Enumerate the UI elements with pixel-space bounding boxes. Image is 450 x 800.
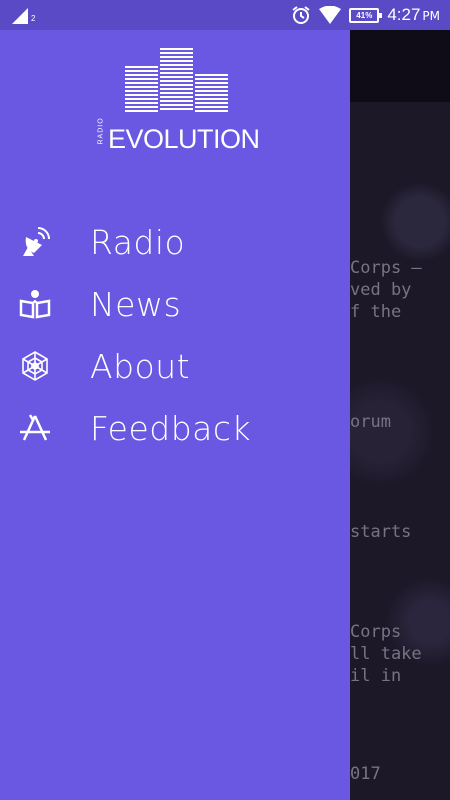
alarm-icon — [292, 6, 310, 24]
battery-indicator: 41% — [349, 7, 383, 23]
signal-subscript: 2 — [31, 14, 36, 23]
menu-item-about[interactable]: About — [0, 338, 350, 394]
navigation-drawer: RADIO EVOLUTION Radio News About Feedbac… — [0, 30, 350, 800]
status-bar-right: 41% 4:27 PM — [291, 0, 440, 30]
menu-label-about: About — [90, 346, 191, 386]
clock-ampm: PM — [422, 9, 440, 23]
reading-person-icon — [18, 287, 52, 321]
menu-label-feedback: Feedback — [90, 408, 252, 448]
logo-wordmark: EVOLUTION — [108, 124, 260, 154]
status-bar: 2 41% 4:27 PM — [0, 0, 450, 30]
battery-level: 41% — [356, 10, 373, 20]
equalizer-logo-icon — [125, 48, 228, 112]
app-logo-text: RADIO EVOLUTION — [96, 117, 261, 155]
wifi-icon — [319, 6, 342, 24]
menu-label-radio: Radio — [90, 222, 186, 262]
logo-radio-label: RADIO — [97, 117, 105, 145]
menu-item-feedback[interactable]: Feedback — [0, 400, 350, 456]
spider-web-icon — [18, 349, 52, 383]
app-store-icon — [18, 411, 52, 445]
clock: 4:27 PM — [387, 5, 440, 25]
menu-item-news[interactable]: News — [0, 276, 350, 332]
clock-time: 4:27 — [387, 5, 421, 24]
menu-item-radio[interactable]: Radio — [0, 214, 350, 270]
drawer-scrim[interactable] — [350, 30, 450, 800]
menu-label-news: News — [90, 284, 182, 324]
satellite-dish-icon — [18, 225, 52, 259]
